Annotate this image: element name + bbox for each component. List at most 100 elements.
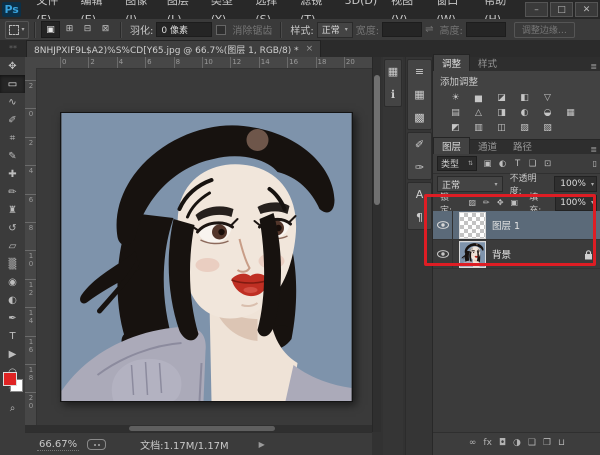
panel-menu-icon[interactable]: ≣ (590, 145, 597, 154)
opacity-field[interactable]: 100% ▾ (554, 176, 597, 192)
subtract-from-selection-icon[interactable]: ⊟ (79, 21, 96, 36)
character-icon[interactable]: A (408, 183, 431, 206)
vibrance-icon[interactable]: ▽ (539, 91, 556, 104)
lasso-tool[interactable]: ∿ (0, 93, 25, 111)
layer-visibility-toggle[interactable] (433, 211, 453, 239)
width-input[interactable] (382, 22, 422, 37)
filter-smart-objects-icon[interactable]: ⊡ (540, 157, 555, 170)
new-layer-button[interactable]: ❐ (543, 438, 551, 448)
rectangular-marquee-tool[interactable]: ▭ (0, 75, 25, 93)
posterize-icon[interactable]: ▥ (470, 121, 487, 134)
info-icon[interactable]: ℹ (385, 83, 401, 106)
filter-shape-layers-icon[interactable]: ❑ (525, 157, 540, 170)
brush-tool[interactable]: ✏ (0, 183, 25, 201)
tab-layers[interactable]: 图层 (433, 137, 470, 154)
tab-close-icon[interactable]: × (306, 44, 314, 54)
scrollbar-thumb[interactable] (129, 426, 275, 431)
add-to-selection-icon[interactable]: ⊞ (61, 21, 78, 36)
new-selection-icon[interactable]: ▣ (41, 21, 60, 38)
link-dimensions-icon[interactable]: ⇌ (425, 24, 433, 35)
layer-thumbnail-image[interactable] (459, 241, 486, 268)
brightness-contrast-icon[interactable]: ☀ (447, 91, 464, 104)
threshold-icon[interactable]: ◫ (493, 121, 510, 134)
styles-icon[interactable]: ▩ (408, 106, 431, 129)
scrollbar-thumb[interactable] (374, 75, 380, 205)
lock-all-icon[interactable]: ▣ (508, 197, 520, 209)
new-group-button[interactable]: ❑ (528, 438, 536, 448)
tool-preset-picker[interactable]: ▾ (5, 21, 29, 39)
eraser-tool[interactable]: ▱ (0, 237, 25, 255)
horizontal-scrollbar[interactable] (25, 425, 372, 432)
hue-saturation-icon[interactable]: ▤ (447, 106, 464, 119)
color-lookup-icon[interactable]: ▦ (562, 106, 579, 119)
layer-name[interactable]: 图层 1 (492, 218, 520, 232)
black-white-icon[interactable]: ◨ (493, 106, 510, 119)
brush-presets-icon[interactable]: ✑ (408, 156, 431, 179)
tab-channels[interactable]: 通道 (470, 138, 505, 154)
lock-position-icon[interactable]: ✥ (494, 197, 506, 209)
height-input[interactable] (466, 22, 506, 37)
delete-layer-button[interactable]: ⊔ (558, 438, 565, 448)
layer-row-background[interactable]: 背景 (433, 240, 600, 269)
zoom-tool[interactable]: ⌕ (0, 399, 25, 417)
refine-edge-button[interactable]: 调整边缘… (514, 22, 575, 38)
fill-field[interactable]: 100% ▾ (555, 195, 597, 211)
tab-paths[interactable]: 路径 (505, 138, 540, 154)
minimize-button[interactable]: – (525, 2, 548, 17)
tab-adjustments[interactable]: 调整 (433, 54, 470, 71)
add-layer-mask-button[interactable]: ◘ (499, 438, 506, 448)
filter-type-layers-icon[interactable]: T (510, 157, 525, 170)
paragraph-icon[interactable]: ¶ (408, 206, 431, 229)
channel-mixer-icon[interactable]: ◒ (539, 106, 556, 119)
move-tool[interactable]: ✥ (0, 57, 25, 75)
layer-thumbnail-transparent[interactable] (459, 212, 486, 239)
maximize-button[interactable]: □ (550, 2, 573, 17)
vertical-ruler[interactable]: 202468101214161820 (25, 68, 37, 432)
curves-icon[interactable]: ◪ (493, 91, 510, 104)
spot-healing-brush-tool[interactable]: ✚ (0, 165, 25, 183)
document-tab[interactable]: 8NHJPXIF9L$A2)%S%CD[Y65.jpg @ 66.7%(图层 1… (26, 40, 321, 57)
history-brush-tool[interactable]: ↺ (0, 219, 25, 237)
filter-kind-dropdown[interactable]: 类型 ⇅ (437, 156, 477, 171)
filter-pixel-layers-icon[interactable]: ▣ (480, 157, 495, 170)
horizontal-ruler[interactable]: 0246810121416182022 (36, 57, 372, 69)
layer-filtering-toggle[interactable]: ▯ (593, 159, 597, 168)
document-size-info[interactable]: 文档:1.17M/1.17M (140, 437, 229, 452)
layer-name[interactable]: 背景 (492, 247, 511, 261)
swatches-icon[interactable]: ▦ (408, 83, 431, 106)
layer-visibility-toggle[interactable] (433, 240, 453, 268)
type-tool[interactable]: T (0, 327, 25, 345)
crop-tool[interactable]: ⌗ (0, 129, 25, 147)
style-dropdown[interactable]: 正常 ▾ (317, 22, 353, 38)
gradient-map-icon[interactable]: ▨ (516, 121, 533, 134)
filter-adjustment-layers-icon[interactable]: ◐ (495, 157, 510, 170)
levels-icon[interactable]: ▅ (470, 91, 487, 104)
tab-styles[interactable]: 样式 (470, 55, 505, 71)
link-layers-button[interactable]: ∞ (469, 438, 477, 448)
layer-row-layer1[interactable]: 图层 1 (433, 211, 600, 240)
color-icon[interactable]: ≡ (408, 60, 431, 83)
vertical-scrollbar[interactable] (372, 57, 381, 432)
eyedropper-tool[interactable]: ✎ (0, 147, 25, 165)
status-menu-arrow-icon[interactable]: ▶ (259, 440, 265, 449)
histogram-icon[interactable]: ▦ (385, 60, 401, 83)
zoom-level-field[interactable]: 66.67% (37, 439, 79, 451)
layer-style-button[interactable]: fx (483, 438, 492, 448)
lock-image-pixels-icon[interactable]: ✏ (480, 197, 492, 209)
color-balance-icon[interactable]: △ (470, 106, 487, 119)
foreground-color-swatch[interactable] (3, 372, 17, 386)
dodge-tool[interactable]: ◐ (0, 291, 25, 309)
blur-tool[interactable]: ◉ (0, 273, 25, 291)
brush-icon[interactable]: ✐ (408, 133, 431, 156)
clone-stamp-tool[interactable]: ♜ (0, 201, 25, 219)
intersect-selection-icon[interactable]: ⊠ (97, 21, 114, 36)
document-canvas[interactable] (60, 112, 353, 402)
new-adjustment-layer-button[interactable]: ◑ (513, 438, 521, 448)
selective-color-icon[interactable]: ▧ (539, 121, 556, 134)
gradient-tool[interactable]: ▒ (0, 255, 25, 273)
quick-selection-tool[interactable]: ✐ (0, 111, 25, 129)
photo-filter-icon[interactable]: ◐ (516, 106, 533, 119)
lock-transparent-pixels-icon[interactable]: ▨ (466, 197, 478, 209)
close-button[interactable]: ✕ (575, 2, 598, 17)
invert-icon[interactable]: ◩ (447, 121, 464, 134)
